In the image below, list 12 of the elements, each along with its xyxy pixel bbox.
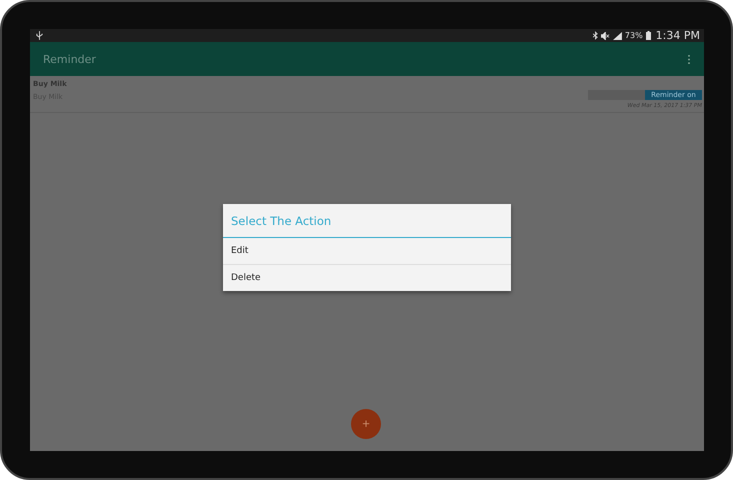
bluetooth-icon [592,31,598,40]
add-button[interactable]: + [351,409,381,439]
mute-icon [600,32,610,40]
clock-time: 1:34 PM [656,29,700,42]
battery-percent: 73% [624,31,643,40]
battery-icon [646,31,651,40]
dialog-option[interactable]: Delete [223,264,511,291]
dialog-title: Select The Action [223,204,511,238]
app-title: Reminder [43,52,96,66]
dialog-option[interactable]: Edit [223,238,511,264]
usb-icon [36,31,43,40]
signal-icon [612,32,622,40]
